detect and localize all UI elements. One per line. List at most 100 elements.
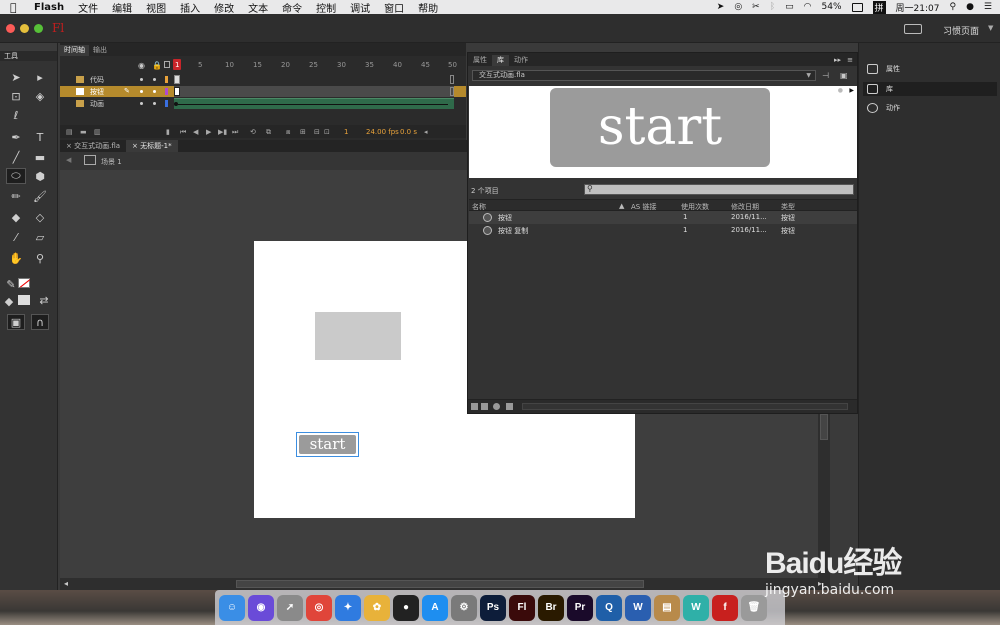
pen-tool-icon[interactable]: ✒: [8, 129, 24, 145]
frame-ruler[interactable]: ◉ 🔒 1 5 10 15 20 25 30 35 40 45 50: [60, 59, 466, 70]
visibility-dot[interactable]: [140, 90, 143, 93]
lasso-tool-icon[interactable]: ℓ: [8, 107, 24, 123]
new-symbol-icon[interactable]: [471, 403, 478, 410]
photoshop-icon[interactable]: Ps: [480, 594, 506, 621]
app-store-icon[interactable]: A: [422, 594, 448, 621]
workspace-icon[interactable]: [904, 24, 922, 34]
battery-icon[interactable]: [851, 2, 863, 12]
dock-item-library[interactable]: 库: [863, 82, 997, 96]
new-folder-icon[interactable]: ▬: [80, 128, 87, 136]
free-transform-tool-icon[interactable]: ⊡: [8, 88, 24, 104]
menu-control[interactable]: 控制: [316, 0, 336, 15]
launchpad-icon[interactable]: ➚: [277, 594, 303, 621]
ink-bottle-tool-icon[interactable]: ◇: [32, 209, 48, 225]
menu-text[interactable]: 文本: [248, 0, 268, 15]
selection-tool-icon[interactable]: ➤: [8, 69, 24, 85]
sync-icon[interactable]: ◎: [734, 2, 742, 12]
scroll-left-icon[interactable]: ◂: [424, 128, 428, 136]
stop-icon[interactable]: ●: [838, 87, 843, 94]
loop-icon[interactable]: ⟲: [250, 128, 256, 136]
tab-actions[interactable]: 动作: [509, 55, 533, 66]
layer-row[interactable]: 代码: [60, 74, 466, 85]
collapse-icon[interactable]: ▸▸: [834, 56, 841, 64]
wifi-icon[interactable]: ◠: [804, 2, 812, 12]
document-tab[interactable]: × 交互式动画.fla: [60, 140, 126, 152]
send-icon[interactable]: ➤: [717, 2, 725, 12]
delete-icon[interactable]: [506, 403, 513, 410]
library-item-row[interactable]: 按钮 1 2016/11... 按钮: [469, 211, 857, 224]
fill-color-swatch[interactable]: [18, 295, 30, 305]
tab-library[interactable]: 库: [492, 55, 509, 66]
sort-ascending-icon[interactable]: ▲: [619, 202, 624, 210]
line-tool-icon[interactable]: ╱: [8, 149, 24, 165]
eraser-tool-icon[interactable]: ▱: [32, 229, 48, 245]
edit-multiple-icon[interactable]: ⊞: [300, 128, 306, 136]
scroll-thumb[interactable]: [236, 580, 644, 588]
tween-span[interactable]: [174, 98, 454, 109]
flash-icon[interactable]: Fl: [509, 594, 535, 621]
tab-properties[interactable]: 属性: [468, 55, 492, 66]
spotlight-icon[interactable]: ⚲: [949, 2, 956, 12]
visibility-dot[interactable]: [140, 78, 143, 81]
elapsed-time[interactable]: 0.0 s: [400, 128, 417, 136]
chevron-down-icon[interactable]: ▼: [988, 24, 993, 32]
menu-window[interactable]: 窗口: [384, 0, 404, 15]
pencil-tool-icon[interactable]: ✏: [8, 188, 24, 204]
layer-name[interactable]: 按钮: [90, 87, 104, 97]
visibility-dot[interactable]: [140, 102, 143, 105]
bluetooth-icon[interactable]: ᛒ: [770, 2, 775, 12]
layer-color-swatch[interactable]: [165, 88, 168, 95]
scroll-left-icon[interactable]: ◂: [64, 579, 68, 588]
word-icon[interactable]: W: [625, 594, 651, 621]
onion-outline-icon[interactable]: ⧈: [286, 128, 290, 137]
last-frame-icon[interactable]: ⏭: [232, 128, 238, 137]
input-method-icon[interactable]: 拼: [872, 0, 886, 14]
new-layer-icon[interactable]: ▤: [66, 128, 73, 136]
close-window-button[interactable]: [6, 24, 15, 33]
stroke-color-swatch[interactable]: [18, 278, 31, 288]
lock-dot[interactable]: [153, 102, 156, 105]
zoom-window-button[interactable]: [34, 24, 43, 33]
siri-icon[interactable]: ●: [966, 2, 974, 12]
next-frame-icon[interactable]: ▶▮: [218, 128, 227, 136]
fill-color-icon[interactable]: ◆: [4, 293, 14, 309]
archive-icon[interactable]: ▤: [654, 594, 680, 621]
polystar-tool-icon[interactable]: ⬢: [32, 168, 48, 184]
tools-icon[interactable]: ✂: [752, 2, 760, 12]
zoom-tool-icon[interactable]: ⚲: [32, 250, 48, 266]
eye-icon[interactable]: ◉: [138, 61, 145, 70]
battery-percent[interactable]: 54%: [822, 2, 842, 12]
hand-tool-icon[interactable]: ✋: [8, 250, 24, 266]
menu-commands[interactable]: 命令: [282, 0, 302, 15]
siri-icon[interactable]: ◉: [248, 594, 274, 621]
qq-icon[interactable]: ●: [393, 594, 419, 621]
photos-icon[interactable]: ✿: [364, 594, 390, 621]
back-arrow-icon[interactable]: ◀: [66, 156, 71, 164]
safari-icon[interactable]: ✦: [335, 594, 361, 621]
minimize-window-button[interactable]: [20, 24, 29, 33]
menu-app-name[interactable]: Flash: [34, 2, 64, 13]
current-frame[interactable]: 1: [344, 128, 348, 136]
swap-colors-icon[interactable]: ⇄: [34, 292, 54, 308]
properties-icon[interactable]: [493, 403, 500, 410]
onion-skin-icon[interactable]: ⧉: [266, 128, 271, 137]
horizontal-scrollbar[interactable]: [522, 403, 848, 410]
workspace-selector[interactable]: 习惯页面: [943, 24, 979, 37]
first-frame-icon[interactable]: ⏮: [180, 128, 186, 137]
oval-tool-icon[interactable]: ⬭: [6, 168, 26, 184]
notification-center-icon[interactable]: ☰: [984, 2, 992, 12]
center-frame-icon[interactable]: ▮: [166, 128, 170, 136]
library-item-row[interactable]: 按钮 复制 1 2016/11... 按钮: [469, 224, 857, 237]
trash-icon[interactable]: 🗑: [741, 594, 767, 621]
subselection-tool-icon[interactable]: ▸: [32, 69, 48, 85]
dock-item-properties[interactable]: 属性: [863, 62, 997, 76]
chrome-icon[interactable]: ◎: [306, 594, 332, 621]
onion-markers-icon[interactable]: ⊟: [314, 128, 320, 136]
snap-to-objects-icon[interactable]: ∩: [31, 314, 49, 330]
brush-tool-icon[interactable]: 🖌: [32, 188, 48, 204]
menu-help[interactable]: 帮助: [418, 0, 438, 15]
wunderlist-icon[interactable]: W: [683, 594, 709, 621]
text-tool-icon[interactable]: T: [32, 129, 48, 145]
menu-view[interactable]: 视图: [146, 0, 166, 15]
tab-timeline[interactable]: 时间轴: [60, 45, 89, 56]
